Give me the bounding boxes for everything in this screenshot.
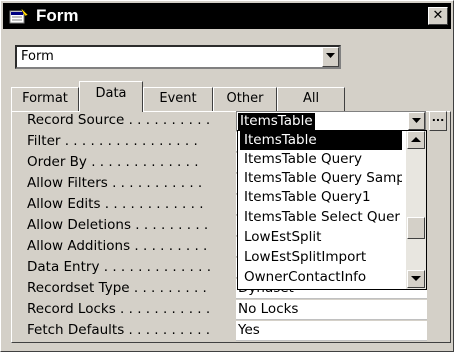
- tab-data[interactable]: Data: [79, 81, 143, 112]
- property-label: Filter . . . . . . . . . . . . . . . .: [27, 133, 198, 149]
- dropdown-item[interactable]: ItemsTable: [240, 131, 402, 150]
- tab-event[interactable]: Event: [143, 87, 213, 112]
- property-label: Allow Filters . . . . . . . . . . .: [27, 175, 203, 191]
- tab-format[interactable]: Format: [11, 87, 79, 112]
- object-selector-dropdown-button[interactable]: [322, 47, 339, 67]
- property-row-fetch-defaults[interactable]: Fetch Defaults . . . . . . . . . . Yes: [27, 321, 427, 341]
- scroll-down-arrow-icon: [411, 276, 421, 281]
- tab-all[interactable]: All: [277, 87, 345, 112]
- title-bar[interactable]: Form ✕: [3, 3, 451, 29]
- record-source-dropdown-button[interactable]: [408, 112, 425, 130]
- property-label: Record Source . . . . . . . . . .: [27, 112, 211, 128]
- property-row-record-locks[interactable]: Record Locks . . . . . . . . . . . No Lo…: [27, 300, 427, 320]
- dropdown-item[interactable]: LowEstSplitImport: [240, 248, 402, 267]
- close-icon: ✕: [432, 8, 444, 23]
- builder-button[interactable]: ...: [429, 111, 447, 131]
- scroll-thumb[interactable]: [407, 217, 425, 239]
- form-icon: [9, 7, 29, 25]
- tab-strip: Format Data Event Other All: [11, 81, 451, 112]
- property-label: Data Entry . . . . . . . . . . . . .: [27, 259, 212, 275]
- scroll-up-arrow-icon: [411, 137, 421, 142]
- close-button[interactable]: ✕: [428, 7, 448, 25]
- property-label: Allow Additions . . . . . . . . .: [27, 238, 208, 254]
- tab-label: Format: [22, 91, 68, 106]
- tab-label: Other: [226, 91, 264, 106]
- object-selector-value: Form: [21, 49, 54, 64]
- record-source-value[interactable]: ItemsTable: [238, 113, 315, 130]
- dropdown-item[interactable]: ItemsTable Query Samp: [240, 169, 402, 188]
- dropdown-item[interactable]: ItemsTable Query: [240, 150, 402, 169]
- scroll-up-button[interactable]: [407, 131, 425, 149]
- dropdown-item[interactable]: ItemsTable Query1: [240, 188, 402, 207]
- tab-label: Data: [95, 86, 127, 101]
- record-source-combo[interactable]: ItemsTable: [236, 111, 426, 131]
- object-selector[interactable]: Form: [15, 45, 341, 69]
- dropdown-scrollbar[interactable]: [406, 131, 426, 289]
- window-title: Form: [36, 6, 79, 25]
- chevron-down-icon: [326, 53, 335, 58]
- property-label: Allow Deletions . . . . . . . . .: [27, 217, 209, 233]
- dropdown-item[interactable]: OwnerContactInfo: [240, 268, 402, 287]
- dropdown-item[interactable]: ItemsTable Select Quer: [240, 208, 402, 227]
- tab-label: All: [302, 91, 320, 106]
- property-label: Recordset Type . . . . . . . . .: [27, 280, 207, 296]
- tab-label: Event: [159, 91, 197, 106]
- property-label: Fetch Defaults . . . . . . . . . .: [27, 322, 211, 338]
- tab-other[interactable]: Other: [213, 87, 277, 112]
- property-value[interactable]: No Locks: [236, 300, 427, 320]
- property-label: Allow Edits . . . . . . . . . . . .: [27, 196, 204, 212]
- property-label: Record Locks . . . . . . . . . . .: [27, 301, 211, 317]
- property-sheet-window: Form ✕ Form Format Data Event Other All …: [0, 0, 454, 352]
- property-value[interactable]: Yes: [236, 321, 427, 341]
- record-source-dropdown-list[interactable]: ItemsTable ItemsTable Query ItemsTable Q…: [237, 130, 427, 290]
- scroll-down-button[interactable]: [407, 270, 425, 288]
- property-label: Order By . . . . . . . . . . . . .: [27, 154, 199, 170]
- dropdown-item[interactable]: LowEstSplit: [240, 228, 402, 247]
- chevron-down-icon: [412, 118, 421, 123]
